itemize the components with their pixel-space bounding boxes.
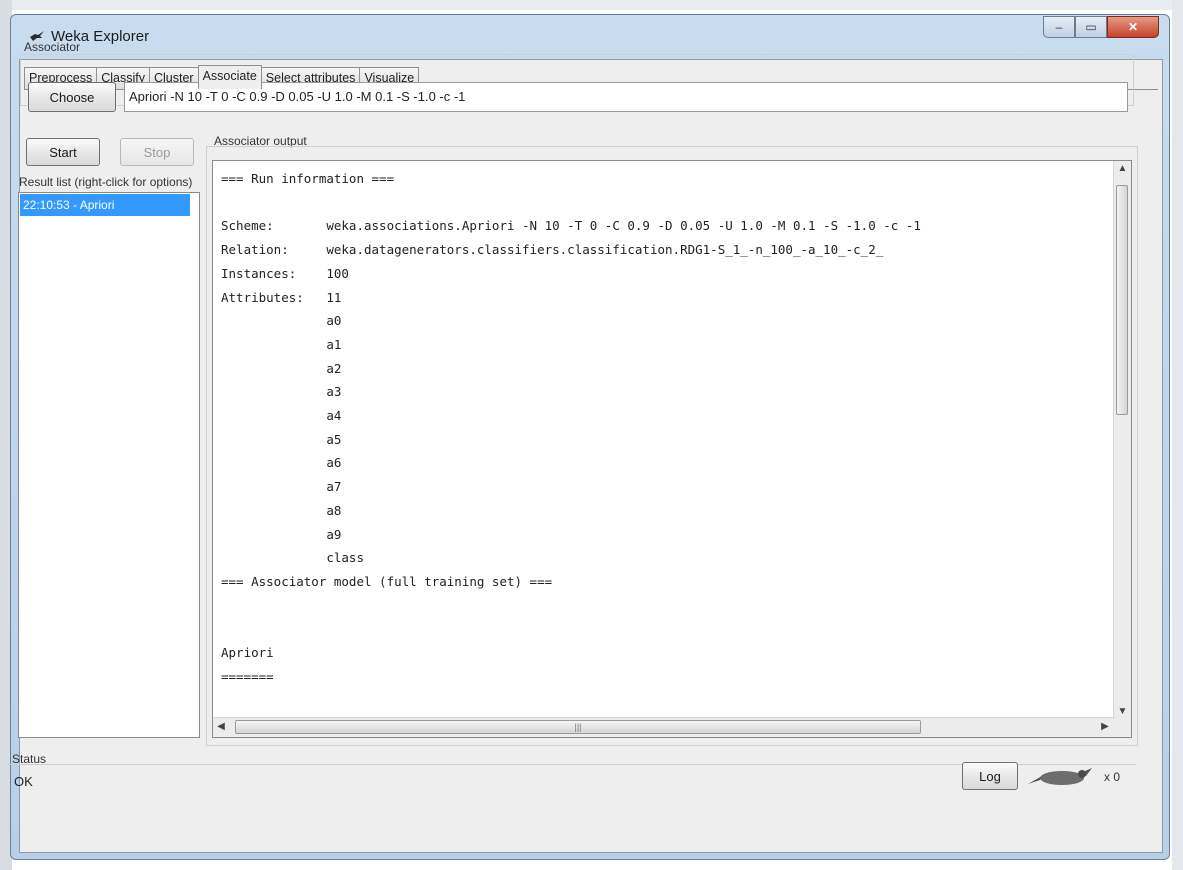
result-list-label: Result list (right-click for options) xyxy=(19,175,193,189)
stop-button[interactable]: Stop xyxy=(120,138,194,166)
minimize-button[interactable]: ‒ xyxy=(1043,16,1075,38)
desktop-background-right xyxy=(1172,0,1183,870)
window-controls: ‒ ▭ ✕ xyxy=(1043,16,1159,40)
tab-associate[interactable]: Associate xyxy=(197,65,262,89)
scroll-left-icon[interactable]: ◀ xyxy=(215,721,227,732)
status-text: OK xyxy=(14,774,33,789)
title-bar[interactable]: Weka Explorer ‒ ▭ ✕ xyxy=(11,15,1169,59)
associator-scheme-field[interactable]: Apriori -N 10 -T 0 -C 0.9 -D 0.05 -U 1.0… xyxy=(124,82,1128,112)
task-count: x 0 xyxy=(1104,770,1121,784)
vertical-scroll-thumb[interactable] xyxy=(1116,185,1128,415)
start-button[interactable]: Start xyxy=(26,138,100,166)
weka-bird-status-icon xyxy=(1028,768,1092,785)
result-list-item[interactable]: 22:10:53 - Apriori xyxy=(20,194,190,216)
close-button[interactable]: ✕ xyxy=(1107,16,1159,38)
associator-output-text[interactable]: === Run information === Scheme: weka.ass… xyxy=(221,167,1111,709)
scroll-up-icon[interactable]: ▲ xyxy=(1114,163,1131,174)
scroll-corner xyxy=(1113,718,1131,737)
associator-output-area[interactable]: === Run information === Scheme: weka.ass… xyxy=(212,160,1132,738)
log-button[interactable]: Log xyxy=(962,762,1018,790)
vertical-scrollbar[interactable]: ▲ ▼ xyxy=(1113,161,1131,719)
result-list[interactable]: 22:10:53 - Apriori xyxy=(18,192,200,738)
horizontal-scroll-thumb[interactable]: ||| xyxy=(235,720,921,734)
desktop-background xyxy=(0,0,1183,10)
scroll-right-icon[interactable]: ▶ xyxy=(1099,721,1111,732)
horizontal-scrollbar[interactable]: ◀ ||| ▶ xyxy=(213,717,1115,737)
associator-label: Associator xyxy=(24,40,81,54)
scroll-down-icon[interactable]: ▼ xyxy=(1114,706,1131,717)
choose-button[interactable]: Choose xyxy=(28,82,116,112)
maximize-button[interactable]: ▭ xyxy=(1075,16,1107,38)
